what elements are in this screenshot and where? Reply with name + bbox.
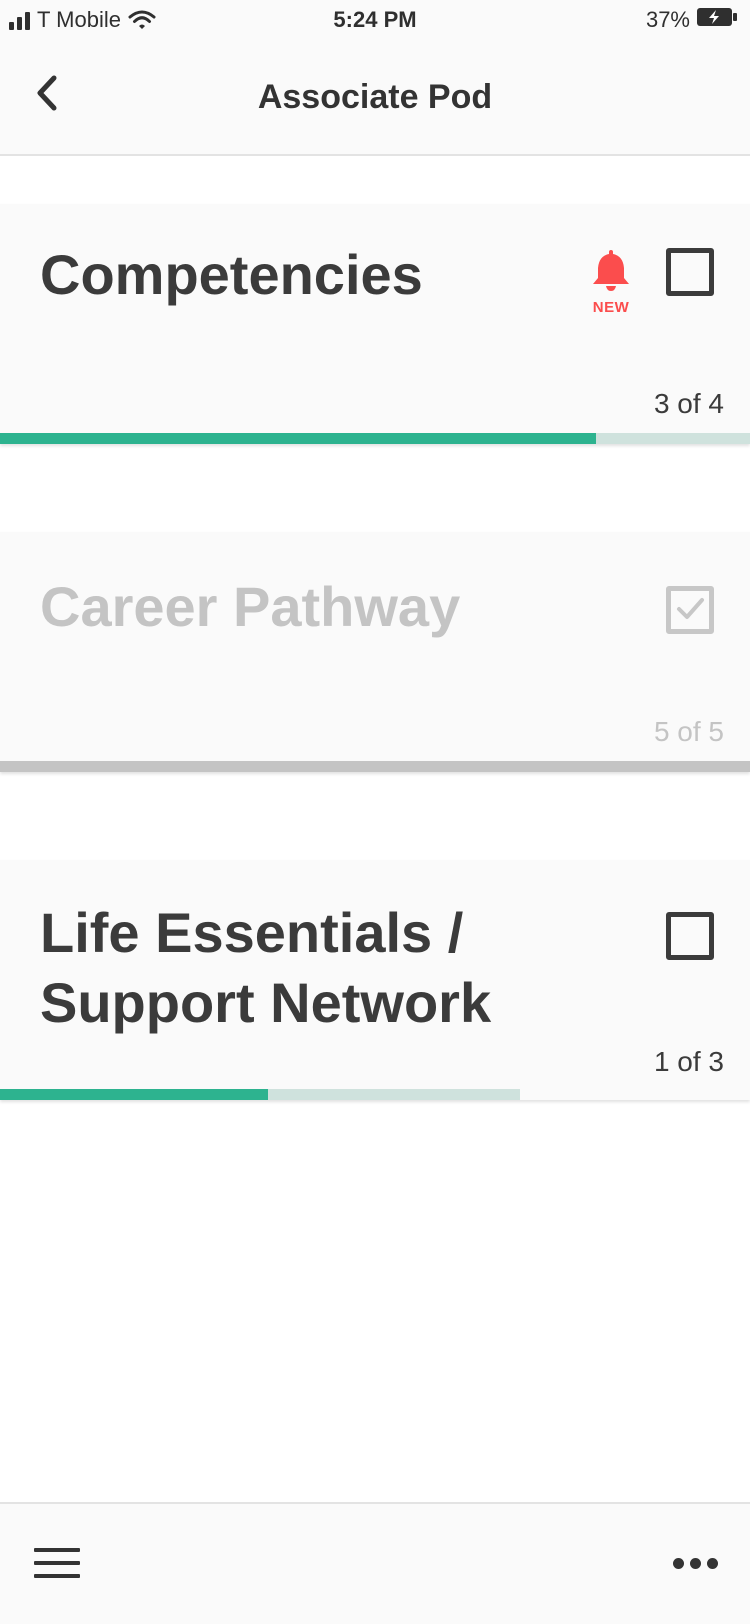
battery-charging-icon bbox=[696, 7, 738, 33]
more-horizontal-icon[interactable] bbox=[673, 1558, 718, 1569]
new-notification-badge[interactable]: NEW bbox=[586, 248, 636, 316]
checkbox[interactable] bbox=[666, 248, 714, 296]
pod-card-career-pathway[interactable]: Career Pathway 5 of 5 bbox=[0, 532, 750, 772]
progress-bar bbox=[0, 433, 750, 444]
card-title-line-1: Life Essentials / bbox=[40, 901, 464, 964]
card-title: Competencies bbox=[40, 243, 423, 306]
header: Associate Pod bbox=[0, 40, 750, 156]
progress-count: 1 of 3 bbox=[653, 1046, 724, 1077]
battery-percent: 37% bbox=[645, 7, 690, 32]
status-right: 37% bbox=[646, 7, 738, 33]
bell-icon bbox=[593, 250, 629, 291]
card-title: Career Pathway bbox=[40, 575, 461, 638]
checkbox-checked[interactable] bbox=[666, 586, 714, 634]
progress-count: 5 of 5 bbox=[653, 716, 724, 747]
progress-bar bbox=[0, 1089, 520, 1100]
progress-fill bbox=[0, 1089, 268, 1100]
pod-card-life-essentials[interactable]: Life Essentials / Support Network 1 of 3 bbox=[0, 860, 750, 1100]
progress-bar bbox=[0, 761, 750, 772]
card-title: Life Essentials / Support Network bbox=[40, 898, 491, 1038]
pod-card-competencies[interactable]: Competencies NEW 3 of 4 bbox=[0, 204, 750, 444]
bottom-bar bbox=[0, 1502, 750, 1624]
checkbox[interactable] bbox=[666, 912, 714, 960]
new-badge-label: NEW bbox=[592, 299, 630, 316]
status-bar: T Mobile 5:24 PM 37% bbox=[0, 0, 750, 40]
progress-fill bbox=[0, 433, 596, 444]
page-title: Associate Pod bbox=[257, 78, 493, 116]
screen: T Mobile 5:24 PM 37% Associate Pod Compe… bbox=[0, 0, 750, 1624]
progress-count: 3 of 4 bbox=[653, 388, 724, 419]
status-time: 5:24 PM bbox=[333, 7, 417, 32]
progress-fill bbox=[0, 761, 750, 772]
card-title-line-2: Support Network bbox=[40, 971, 492, 1034]
hamburger-menu-icon[interactable] bbox=[34, 1548, 80, 1584]
checkmark-icon bbox=[677, 598, 704, 619]
